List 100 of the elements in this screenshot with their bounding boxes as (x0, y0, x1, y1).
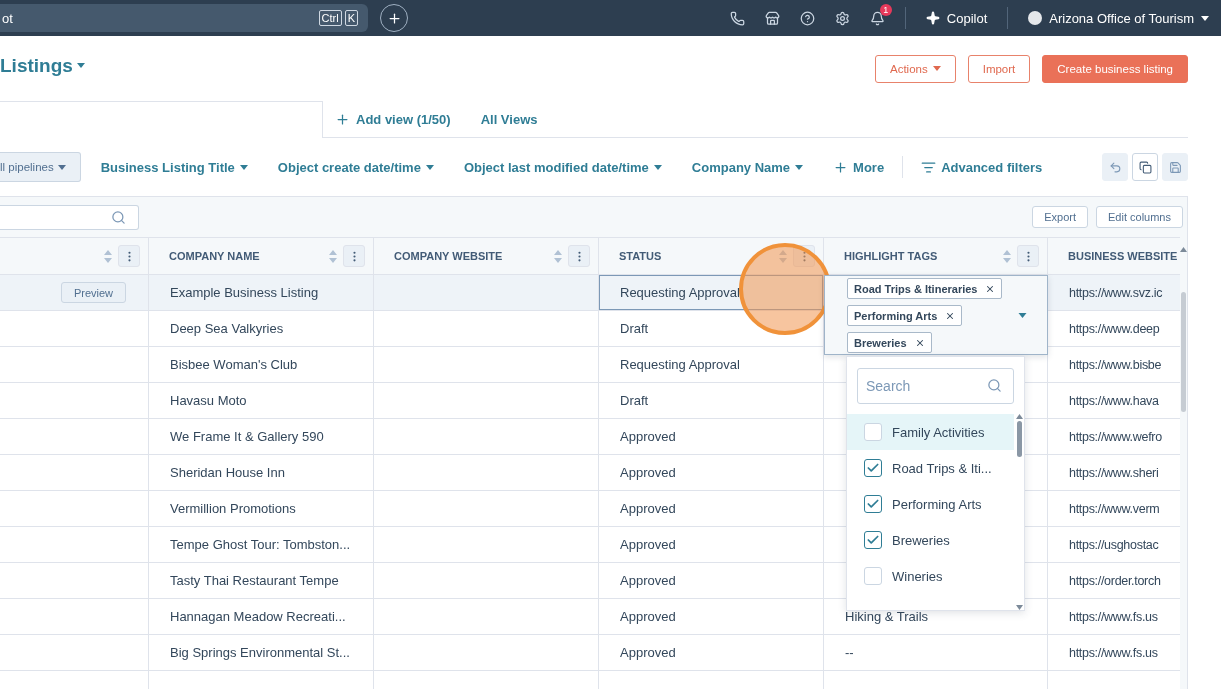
row-selector-cell[interactable]: Preview (0, 275, 149, 311)
column-menu-icon[interactable] (568, 245, 590, 267)
scroll-down-icon[interactable] (1015, 605, 1023, 610)
plus-icon (335, 111, 350, 127)
caret-icon (425, 164, 434, 170)
row-selector-cell[interactable] (0, 491, 149, 527)
sort-icon[interactable] (554, 249, 562, 263)
row-selector-cell[interactable] (0, 527, 149, 563)
table-search-field[interactable] (0, 204, 139, 230)
search-icon (111, 209, 126, 225)
table-cell: Hannagan Meadow Recreati... (149, 599, 374, 635)
checkbox[interactable] (864, 495, 882, 513)
tag-editor[interactable]: Road Trips & Itineraries Performing Arts Breweries (824, 275, 1048, 355)
preview-button[interactable]: Preview (60, 282, 126, 303)
caret-icon (1201, 15, 1209, 21)
remove-icon (914, 337, 925, 348)
table-cell: -- (824, 635, 1048, 671)
tag-chip: Performing Arts (847, 305, 963, 326)
row-selector-cell[interactable] (0, 419, 149, 455)
plus-icon (386, 10, 402, 26)
sort-icon[interactable] (779, 249, 787, 263)
export-button[interactable]: Export (1032, 206, 1088, 228)
row-selector-cell[interactable] (0, 311, 149, 347)
create-button[interactable]: Create business listing (1042, 54, 1188, 83)
global-search-field[interactable]: ot Ctrl K (0, 4, 368, 32)
table-cell: Approved (599, 419, 824, 455)
table-cell: Tempe Ghost Tour: Tombston... (149, 527, 374, 563)
table-cell: Example Business Listing (149, 275, 374, 311)
column-menu-icon[interactable] (343, 245, 365, 267)
more-filters-button[interactable]: More (833, 159, 885, 175)
save-icon[interactable] (1162, 153, 1188, 181)
shortcut-key: Ctrl (318, 10, 342, 26)
checkbox[interactable] (864, 531, 882, 549)
help-icon[interactable] (799, 10, 815, 26)
edit-columns-button[interactable]: Edit columns (1096, 206, 1183, 228)
all-views-link[interactable]: All Views (468, 101, 538, 137)
sort-icon[interactable] (329, 249, 337, 263)
table-cell: Requesting Approval (599, 347, 824, 383)
avatar (1028, 11, 1043, 25)
tag-chip: Road Trips & Itineraries (847, 278, 1003, 299)
import-button[interactable]: Import (967, 54, 1031, 83)
row-selector-cell[interactable] (0, 563, 149, 599)
table-cell: We Frame It & Gallery 590 (149, 419, 374, 455)
checkbox[interactable] (864, 459, 882, 477)
copy-icon[interactable] (1132, 153, 1158, 181)
row-selector-cell[interactable] (0, 635, 149, 671)
page-title[interactable]: Listings (0, 54, 85, 77)
shortcut-key: K (344, 10, 358, 26)
caret-icon (76, 63, 85, 68)
table-cell: Approved (599, 455, 824, 491)
dropdown-search-field[interactable]: Search (857, 368, 1014, 404)
table-cell: Approved (599, 635, 824, 671)
dropdown-scrollbar[interactable] (1014, 414, 1024, 610)
filter-dropdown[interactable]: Object create date/time (277, 159, 434, 175)
table-cell: Approved (599, 563, 824, 599)
caret-icon (57, 164, 66, 170)
check-icon (866, 497, 880, 511)
table-cell: https://www.sheri (1048, 455, 1180, 491)
table-cell: https://www.svz.ic (1048, 275, 1180, 311)
table-cell: Sheridan House Inn (149, 455, 374, 491)
search-text: ot (2, 10, 13, 26)
caret-icon[interactable] (1018, 313, 1027, 318)
sort-icon[interactable] (1003, 249, 1011, 263)
table-cell: https://www.deep (1048, 311, 1180, 347)
filter-dropdown[interactable]: Business Listing Title (100, 159, 248, 175)
settings-icon[interactable] (834, 10, 850, 26)
row-selector-cell[interactable] (0, 347, 149, 383)
row-selector-cell[interactable] (0, 599, 149, 635)
table-cell: Deep Sea Valkyries (149, 311, 374, 347)
dropdown-option[interactable]: Family Activities (847, 414, 1014, 450)
remove-icon (945, 310, 956, 321)
column-menu-icon[interactable] (118, 245, 140, 267)
table-cell: Draft (599, 311, 824, 347)
tag-chip: Breweries (847, 332, 932, 353)
add-view-button[interactable]: Add view (1/50) (323, 101, 451, 137)
caret-icon (653, 164, 662, 170)
account-menu[interactable]: Arizona Office of Tourism (1028, 10, 1209, 26)
column-menu-icon[interactable] (1017, 245, 1039, 267)
actions-dropdown[interactable]: Actions (875, 54, 956, 83)
table-cell: https://www.fs.us (1048, 599, 1180, 635)
advanced-filters-button[interactable]: Advanced filters (921, 159, 1043, 175)
view-tab[interactable] (0, 101, 323, 138)
column-menu-icon[interactable] (793, 245, 815, 267)
caret-icon (239, 164, 248, 170)
filter-icon (921, 159, 937, 175)
check-icon (866, 461, 880, 475)
phone-icon[interactable] (729, 10, 745, 26)
plus-icon (833, 159, 849, 175)
copilot-button[interactable]: Copilot (925, 10, 988, 26)
sort-icon[interactable] (104, 249, 112, 263)
row-selector-cell[interactable] (0, 455, 149, 491)
store-icon[interactable] (764, 10, 780, 26)
column-title: COMPANY NAME (169, 250, 261, 262)
pipeline-select[interactable]: ll pipelines (0, 152, 81, 182)
scroll-up-icon[interactable] (1180, 247, 1187, 252)
filter-dropdown[interactable]: Object last modified date/time (463, 159, 662, 175)
check-icon (866, 533, 880, 547)
filter-dropdown[interactable]: Company Name (691, 159, 804, 175)
row-selector-cell[interactable] (0, 383, 149, 419)
caret-icon (795, 164, 804, 170)
